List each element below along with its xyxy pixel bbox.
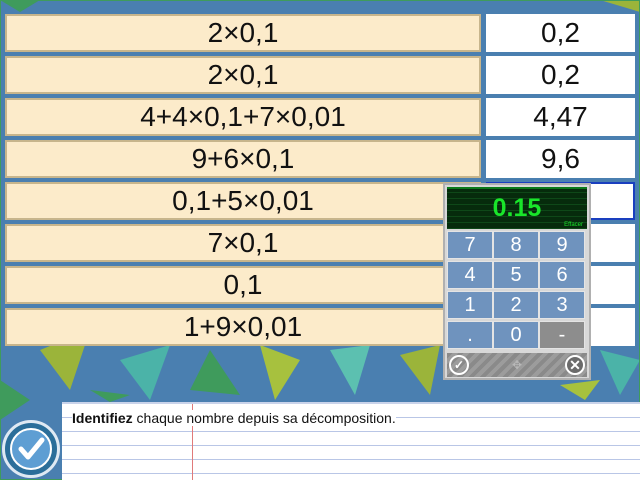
- key-4[interactable]: 4: [447, 261, 493, 289]
- table-row: 2×0,1 0,2: [5, 14, 635, 52]
- keypad-cancel-icon[interactable]: ✕: [565, 355, 585, 375]
- key-9[interactable]: 9: [539, 231, 585, 259]
- validate-button[interactable]: [2, 420, 60, 478]
- key-decimal[interactable]: .: [447, 321, 493, 349]
- instruction-bold: Identifiez: [72, 410, 133, 426]
- answer-cell[interactable]: 0,2: [486, 14, 635, 52]
- drag-handle-icon[interactable]: ✥: [507, 358, 527, 372]
- key-5[interactable]: 5: [493, 261, 539, 289]
- key-2[interactable]: 2: [493, 291, 539, 319]
- key-6[interactable]: 6: [539, 261, 585, 289]
- key-8[interactable]: 8: [493, 231, 539, 259]
- answer-cell[interactable]: 9,6: [486, 140, 635, 178]
- expression-cell: 2×0,1: [5, 14, 481, 52]
- table-row: 4+4×0,1+7×0,01 4,47: [5, 98, 635, 136]
- expression-cell: 7×0,1: [5, 224, 481, 262]
- keypad-footer: ✓ ✥ ✕: [447, 353, 587, 377]
- key-3[interactable]: 3: [539, 291, 585, 319]
- numeric-keypad: 0.15 Effacer 7 8 9 4 5 6 1 2 3 . 0 - ✓ ✥…: [443, 183, 591, 380]
- expression-cell: 2×0,1: [5, 56, 481, 94]
- keypad-confirm-icon[interactable]: ✓: [449, 355, 469, 375]
- clear-button[interactable]: Effacer: [564, 222, 583, 228]
- expression-cell: 0,1+5×0,01: [5, 182, 481, 220]
- table-row: 2×0,1 0,2: [5, 56, 635, 94]
- expression-cell: 9+6×0,1: [5, 140, 481, 178]
- keypad-display: 0.15 Effacer: [447, 187, 587, 229]
- display-value: 0.15: [492, 194, 542, 222]
- instruction-panel: Identifiez chaque nombre depuis sa décom…: [62, 402, 640, 480]
- key-0[interactable]: 0: [493, 321, 539, 349]
- checkmark-icon: [10, 428, 52, 470]
- table-row: 9+6×0,1 9,6: [5, 140, 635, 178]
- expression-cell: 1+9×0,01: [5, 308, 481, 346]
- instruction-text: Identifiez chaque nombre depuis sa décom…: [72, 410, 396, 426]
- instruction-rest: chaque nombre depuis sa décomposition.: [132, 410, 396, 426]
- key-1[interactable]: 1: [447, 291, 493, 319]
- answer-cell[interactable]: 4,47: [486, 98, 635, 136]
- expression-cell: 4+4×0,1+7×0,01: [5, 98, 481, 136]
- expression-cell: 0,1: [5, 266, 481, 304]
- answer-cell[interactable]: 0,2: [486, 56, 635, 94]
- key-minus[interactable]: -: [539, 321, 585, 349]
- key-7[interactable]: 7: [447, 231, 493, 259]
